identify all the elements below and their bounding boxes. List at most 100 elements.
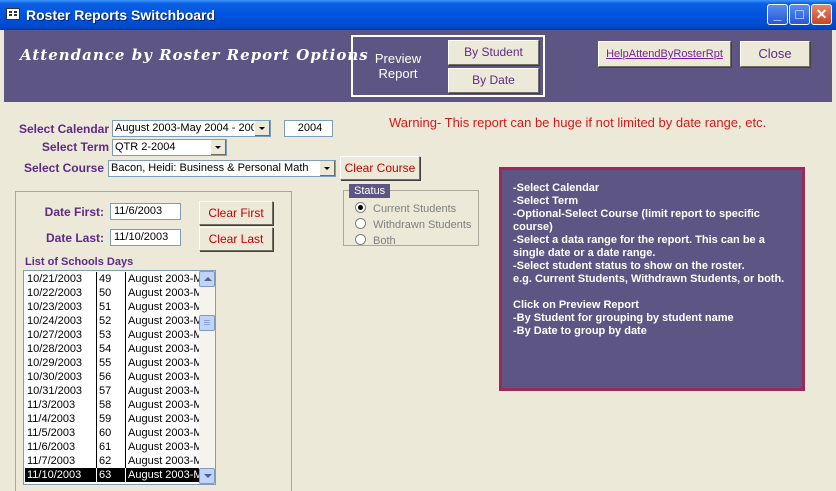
list-item[interactable]: 10/24/2003 52 August 2003-M: [25, 314, 202, 328]
instruction-line: -By Student for grouping by student name: [513, 312, 734, 324]
list-item[interactable]: 10/27/2003 53 August 2003-M: [25, 328, 202, 342]
date-first-label: Date First:: [44, 205, 104, 219]
list-item[interactable]: 10/29/2003 55 August 2003-M: [25, 356, 202, 370]
day-number-cell: 53: [96, 328, 127, 342]
list-item[interactable]: 11/3/2003 58 August 2003-M: [25, 398, 202, 412]
radio-icon[interactable]: [355, 234, 366, 245]
clear-course-button[interactable]: Clear Course: [340, 156, 420, 180]
title-bar[interactable]: Roster Reports Switchboard _ □ ✕: [0, 0, 836, 30]
day-number-cell: 60: [96, 426, 127, 440]
term-select[interactable]: QTR 2-2004: [112, 139, 227, 156]
calendar-cell: August 2003-M: [125, 398, 202, 412]
calendar-select[interactable]: August 2003-May 2004 - 200: [112, 120, 271, 137]
date-last-label: Date Last:: [45, 231, 104, 245]
date-cell: 11/3/2003: [27, 399, 76, 411]
page-title: Attendance by Roster Report Options: [20, 46, 369, 64]
header-panel: Attendance by Roster Report Options Prev…: [4, 30, 832, 102]
day-number-cell: 55: [96, 356, 127, 370]
chevron-down-icon[interactable]: [319, 161, 335, 176]
radio-selected-icon[interactable]: [355, 202, 366, 213]
select-course-label: Select Course: [23, 161, 104, 175]
day-number-cell: 49: [96, 272, 127, 286]
list-item[interactable]: 10/23/2003 51 August 2003-M: [25, 300, 202, 314]
calendar-cell: August 2003-M: [125, 440, 202, 454]
roster-reports-window: Roster Reports Switchboard _ □ ✕ Attenda…: [0, 0, 836, 491]
by-date-button[interactable]: By Date: [448, 68, 539, 93]
calendar-cell: August 2003-M: [125, 272, 202, 286]
date-cell: 11/10/2003: [27, 469, 82, 481]
date-cell: 10/30/2003: [27, 371, 83, 383]
calendar-cell: August 2003-M: [125, 328, 202, 342]
close-icon[interactable]: ✕: [811, 4, 832, 25]
warning-text: Warning- This report can be huge if not …: [389, 115, 767, 130]
preview-report-group: Preview Report By Student By Date: [351, 35, 545, 97]
date-cell: 11/7/2003: [27, 455, 76, 467]
day-number-cell: 50: [96, 286, 127, 300]
calendar-cell: August 2003-M: [125, 384, 202, 398]
scroll-thumb[interactable]: [199, 315, 215, 331]
radio-withdrawn-students[interactable]: Withdrawn Students: [355, 218, 471, 231]
school-days-label: List of Schools Days: [25, 256, 134, 268]
radio-both[interactable]: Both: [355, 234, 396, 247]
day-number-cell: 57: [96, 384, 127, 398]
list-item[interactable]: 11/4/2003 59 August 2003-M: [25, 412, 202, 426]
list-item[interactable]: 11/7/2003 62 August 2003-M: [25, 454, 202, 468]
by-student-button[interactable]: By Student: [448, 40, 539, 65]
instruction-line: Click on Preview Report: [513, 299, 639, 311]
year-field[interactable]: 2004: [284, 120, 333, 137]
clear-last-button[interactable]: Clear Last: [199, 227, 273, 251]
list-item[interactable]: 10/21/2003 49 August 2003-M: [25, 272, 202, 286]
calendar-cell: August 2003-M: [125, 300, 202, 314]
day-number-cell: 61: [96, 440, 127, 454]
radio-current-students[interactable]: Current Students: [355, 202, 456, 215]
day-number-cell: 51: [96, 300, 127, 314]
instructions-panel: -Select Calendar -Select Term -Optional-Se…: [499, 167, 805, 391]
instruction-line: -Optional-Select Course (limit report to…: [513, 208, 760, 233]
list-item[interactable]: 10/30/2003 56 August 2003-M: [25, 370, 202, 384]
date-last-field[interactable]: 11/10/2003: [110, 229, 181, 246]
radio-icon[interactable]: [355, 218, 366, 229]
clear-first-button[interactable]: Clear First: [199, 201, 273, 225]
date-cell: 10/22/2003: [27, 287, 83, 299]
list-item[interactable]: 10/31/2003 57 August 2003-M: [25, 384, 202, 398]
day-number-cell: 58: [96, 398, 127, 412]
date-cell: 10/28/2003: [27, 343, 83, 355]
chevron-down-icon[interactable]: [254, 121, 270, 136]
instruction-line: -Select Calendar: [513, 182, 600, 194]
instruction-line: -By Date to group by date: [513, 325, 647, 337]
list-item[interactable]: 11/5/2003 60 August 2003-M: [25, 426, 202, 440]
instruction-line: e.g. Current Students, Withdrawn Student…: [513, 273, 785, 285]
list-item[interactable]: 11/10/2003 63 August 2003-M: [25, 468, 202, 482]
scroll-up-icon[interactable]: [199, 271, 215, 287]
list-item[interactable]: 11/6/2003 61 August 2003-M: [25, 440, 202, 454]
maximize-icon[interactable]: □: [789, 4, 810, 25]
help-attend-by-roster-button[interactable]: HelpAttendByRosterRpt: [598, 41, 731, 67]
window-title: Roster Reports Switchboard: [26, 7, 216, 23]
school-days-list[interactable]: 10/21/2003 49 August 2003-M 10/22/2003 50 Aug…: [23, 270, 216, 485]
close-button[interactable]: Close: [740, 41, 810, 67]
course-select[interactable]: Bacon, Heidi: Business & Personal Math: [108, 160, 336, 177]
list-item[interactable]: 10/22/2003 50 August 2003-M: [25, 286, 202, 300]
list-scrollbar[interactable]: [199, 271, 215, 484]
calendar-cell: August 2003-M: [125, 314, 202, 328]
instruction-line: [513, 286, 792, 299]
day-number-cell: 59: [96, 412, 127, 426]
calendar-cell: August 2003-M: [125, 454, 202, 468]
day-number-cell: 63: [96, 468, 127, 482]
scroll-down-icon[interactable]: [199, 468, 215, 484]
date-cell: 10/27/2003: [27, 329, 83, 341]
status-title: Status: [349, 184, 391, 198]
calendar-cell: August 2003-M: [125, 370, 202, 384]
date-first-field[interactable]: 11/6/2003: [110, 203, 181, 220]
chevron-down-icon[interactable]: [210, 140, 226, 155]
day-number-cell: 52: [96, 314, 127, 328]
minimize-icon[interactable]: _: [767, 4, 788, 25]
calendar-cell: August 2003-M: [125, 426, 202, 440]
instruction-line: -Select student status to show on the ro…: [513, 260, 745, 272]
calendar-cell: August 2003-M: [125, 342, 202, 356]
select-calendar-label: Select Calendar: [18, 122, 109, 136]
date-cell: 10/24/2003: [27, 315, 83, 327]
list-item[interactable]: 10/28/2003 54 August 2003-M: [25, 342, 202, 356]
date-cell: 11/4/2003: [27, 413, 76, 425]
date-cell: 10/31/2003: [27, 385, 83, 397]
